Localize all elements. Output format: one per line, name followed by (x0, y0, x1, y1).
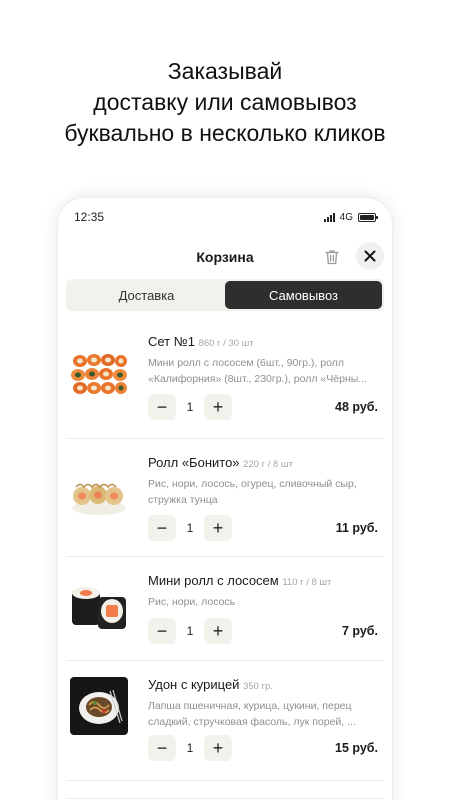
clear-cart-button[interactable] (322, 247, 342, 267)
item-info: Удон с курицей 350 гр. Лапша пшеничная, … (148, 677, 378, 730)
headline: Заказывай доставку или самовывоз букваль… (0, 56, 450, 149)
cart-item: Сет №1 860 г / 30 шт Мини ролл с лососем… (66, 322, 384, 439)
item-info: Ролл «Бонито» 220 г / 8 шт Рис, нори, ло… (148, 455, 378, 508)
quantity-stepper: − 1 + (148, 515, 232, 541)
close-icon (364, 250, 376, 262)
quantity-value: 1 (186, 521, 194, 535)
signal-icon (323, 212, 335, 222)
trash-icon (325, 250, 339, 265)
item-controls: − 1 + 11 руб. (148, 515, 378, 541)
cart-item: Ролл «Бонито» 220 г / 8 шт Рис, нори, ло… (66, 439, 384, 557)
headline-line-2: доставку или самовывоз (93, 89, 357, 115)
delivery-mode-switch: Доставка Самовывоз (66, 279, 384, 311)
item-description: Мини ролл с лососем (6шт., 90гр.), ролл … (148, 357, 368, 385)
item-weight: 860 г / 30 шт (198, 338, 254, 349)
status-bar: 12:35 4G (74, 208, 378, 226)
decrease-button[interactable]: − (148, 394, 176, 420)
decrease-button[interactable]: − (148, 515, 176, 541)
network-label: 4G (339, 211, 353, 223)
quantity-stepper: − 1 + (148, 394, 232, 420)
quantity-stepper: − 1 + (148, 618, 232, 644)
quantity-value: 1 (186, 624, 194, 638)
item-description: Лапша пшеничная, курица, цукини, перец с… (148, 700, 356, 728)
tab-delivery[interactable]: Доставка (68, 281, 225, 309)
quantity-value: 1 (186, 741, 194, 755)
item-controls: − 1 + 7 руб. (148, 618, 378, 644)
item-info: Сет №1 860 г / 30 шт Мини ролл с лососем… (148, 334, 378, 387)
item-weight: 220 г / 8 шт (243, 459, 293, 470)
item-weight: 350 гр. (243, 681, 273, 692)
cart-item: Удон с курицей 350 гр. Лапша пшеничная, … (66, 661, 384, 781)
quantity-value: 1 (186, 400, 194, 414)
item-name: Ролл «Бонито» (148, 455, 240, 470)
set-1-image (70, 344, 128, 402)
item-controls: − 1 + 48 руб. (148, 394, 378, 420)
item-controls: − 1 + 15 руб. (148, 735, 378, 761)
decrease-button[interactable]: − (148, 618, 176, 644)
headline-line-1: Заказывай (167, 58, 283, 84)
item-price: 11 руб. (335, 521, 378, 535)
udon-chicken-image (70, 677, 128, 735)
increase-button[interactable]: + (204, 618, 232, 644)
item-price: 7 руб. (341, 624, 378, 638)
increase-button[interactable]: + (204, 394, 232, 420)
item-weight: 110 г / 8 шт (282, 577, 332, 588)
increase-button[interactable]: + (204, 515, 232, 541)
quantity-stepper: − 1 + (148, 735, 232, 761)
phone-mockup: 12:35 4G Корзина Доставка Самовывоз Сет … (58, 198, 392, 800)
battery-icon (358, 212, 378, 222)
cart-items-list: Сет №1 860 г / 30 шт Мини ролл с лососем… (58, 322, 392, 781)
tab-pickup[interactable]: Самовывоз (225, 281, 382, 309)
item-description: Рис, нори, лосось, огурец, сливочный сыр… (148, 478, 357, 506)
bonito-roll-image (70, 469, 128, 527)
status-time: 12:35 (74, 210, 105, 224)
decrease-button[interactable]: − (148, 735, 176, 761)
item-price: 48 руб. (335, 400, 378, 414)
item-name: Удон с курицей (148, 677, 240, 692)
increase-button[interactable]: + (204, 735, 232, 761)
cart-header: Корзина (58, 242, 392, 272)
item-price: 15 руб. (335, 741, 378, 755)
headline-line-3: буквально в несколько кликов (64, 120, 386, 146)
item-name: Сет №1 (148, 334, 195, 349)
salmon-mini-roll-image (70, 577, 128, 635)
item-name: Мини ролл с лососем (148, 573, 279, 588)
cart-item: Мини ролл с лососем 110 г / 8 шт Рис, но… (66, 557, 384, 661)
close-button[interactable] (356, 242, 384, 270)
status-indicators: 4G (323, 211, 378, 223)
